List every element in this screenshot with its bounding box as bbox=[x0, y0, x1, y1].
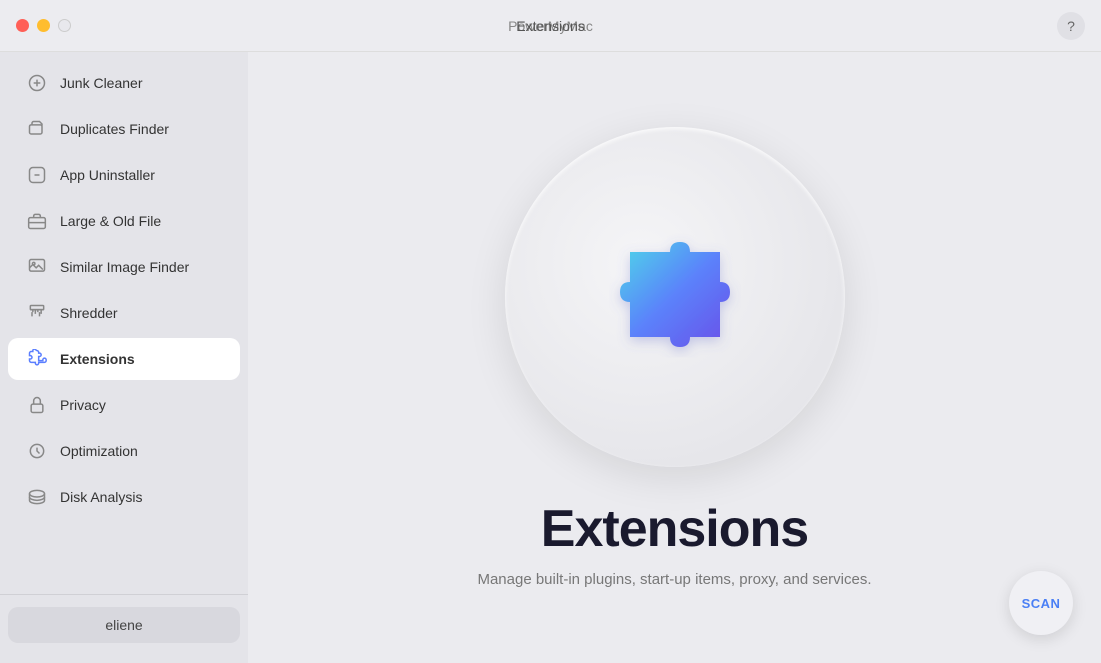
app-remove-icon bbox=[26, 164, 48, 186]
main-layout: Junk Cleaner Duplicates Finder App Unins… bbox=[0, 52, 1101, 663]
sidebar-item-disk-analysis[interactable]: Disk Analysis bbox=[8, 476, 240, 518]
hero-circle bbox=[505, 127, 845, 467]
sidebar-item-privacy[interactable]: Privacy bbox=[8, 384, 240, 426]
sidebar-label-extensions: Extensions bbox=[60, 351, 135, 367]
optimization-icon bbox=[26, 440, 48, 462]
sidebar-item-junk-cleaner[interactable]: Junk Cleaner bbox=[8, 62, 240, 104]
sidebar-item-optimization[interactable]: Optimization bbox=[8, 430, 240, 472]
sidebar-label-similar-image-finder: Similar Image Finder bbox=[60, 259, 189, 275]
extensions-puzzle-icon bbox=[575, 197, 775, 397]
close-button[interactable] bbox=[16, 19, 29, 32]
sidebar-item-duplicates-finder[interactable]: Duplicates Finder bbox=[8, 108, 240, 150]
sidebar-label-app-uninstaller: App Uninstaller bbox=[60, 167, 155, 183]
disk-icon bbox=[26, 486, 48, 508]
sidebar-label-privacy: Privacy bbox=[60, 397, 106, 413]
sidebar-label-optimization: Optimization bbox=[60, 443, 138, 459]
sidebar-footer: eliene bbox=[0, 594, 248, 655]
image-search-icon bbox=[26, 256, 48, 278]
sidebar-item-similar-image-finder[interactable]: Similar Image Finder bbox=[8, 246, 240, 288]
sidebar-item-extensions[interactable]: Extensions bbox=[8, 338, 240, 380]
puzzle-icon bbox=[26, 348, 48, 370]
sidebar-item-app-uninstaller[interactable]: App Uninstaller bbox=[8, 154, 240, 196]
folder-duplicate-icon bbox=[26, 118, 48, 140]
sidebar-label-junk-cleaner: Junk Cleaner bbox=[60, 75, 143, 91]
sidebar-label-shredder: Shredder bbox=[60, 305, 118, 321]
sidebar-label-large-old-file: Large & Old File bbox=[60, 213, 161, 229]
maximize-button[interactable] bbox=[58, 19, 71, 32]
content-subtitle: Manage built-in plugins, start-up items,… bbox=[477, 571, 871, 588]
sidebar-item-shredder[interactable]: Shredder bbox=[8, 292, 240, 334]
titlebar: PowerMyMac Extensions ? bbox=[0, 0, 1101, 52]
scan-button[interactable]: SCAN bbox=[1009, 571, 1073, 635]
user-button[interactable]: eliene bbox=[8, 607, 240, 643]
briefcase-icon bbox=[26, 210, 48, 232]
content-title: Extensions bbox=[541, 499, 808, 559]
sidebar: Junk Cleaner Duplicates Finder App Unins… bbox=[0, 52, 248, 663]
help-button[interactable]: ? bbox=[1057, 12, 1085, 40]
sidebar-label-duplicates-finder: Duplicates Finder bbox=[60, 121, 169, 137]
shredder-icon bbox=[26, 302, 48, 324]
lock-icon bbox=[26, 394, 48, 416]
page-title: Extensions bbox=[516, 18, 584, 34]
traffic-lights bbox=[16, 19, 71, 32]
broom-icon bbox=[26, 72, 48, 94]
sidebar-label-disk-analysis: Disk Analysis bbox=[60, 489, 142, 505]
minimize-button[interactable] bbox=[37, 19, 50, 32]
sidebar-item-large-old-file[interactable]: Large & Old File bbox=[8, 200, 240, 242]
content-area: Extensions Manage built-in plugins, star… bbox=[248, 52, 1101, 663]
